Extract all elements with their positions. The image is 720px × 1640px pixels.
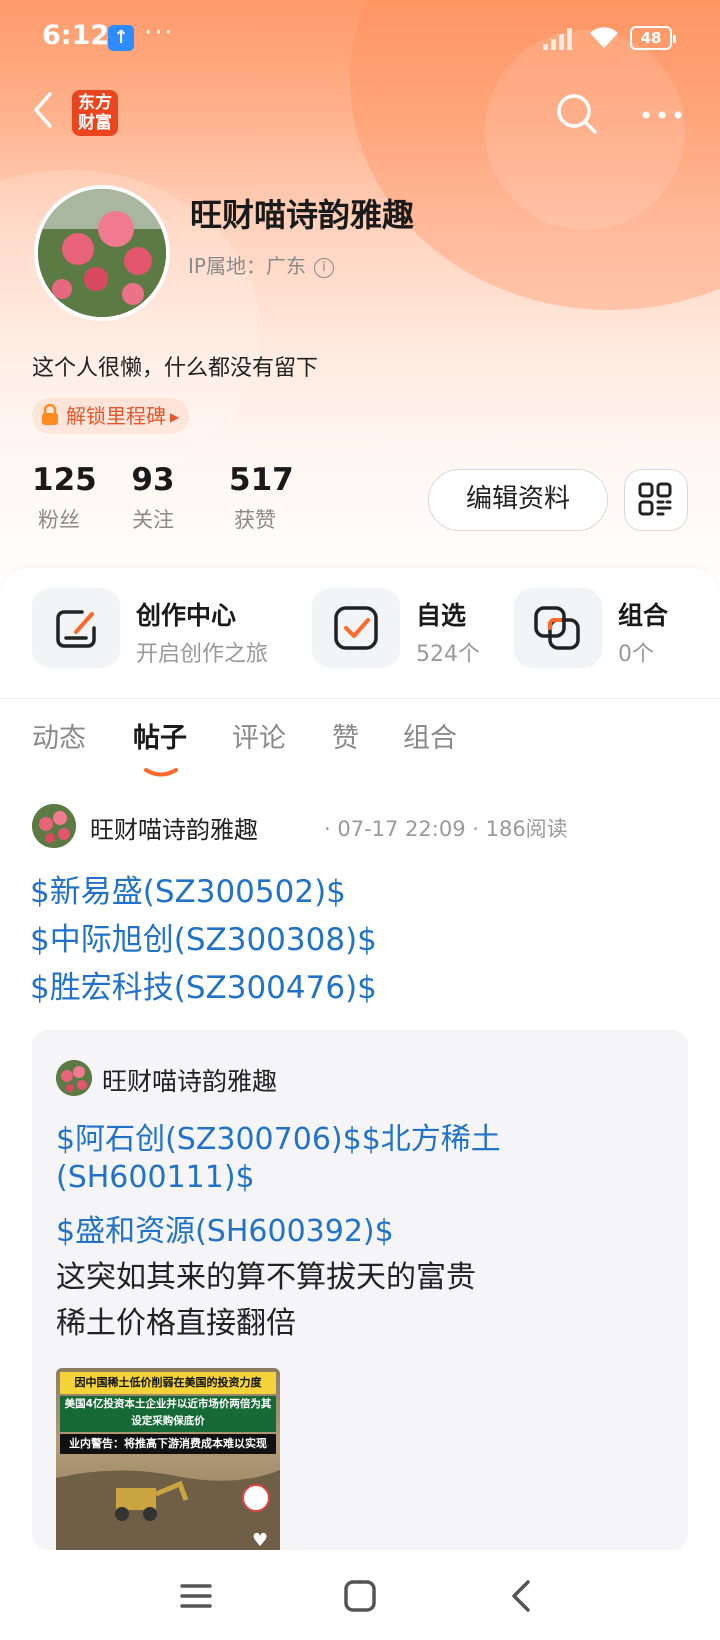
- logo-text-bottom: 财富: [78, 113, 112, 133]
- stat-fans[interactable]: 125 粉丝: [32, 462, 97, 534]
- feature-subtitle: 0个: [618, 642, 654, 667]
- image-subheadline: 美国4亿投资本土企业并以近市场价两倍为其设定采购保底价: [60, 1396, 276, 1432]
- stat-value: 93: [131, 462, 175, 498]
- feature-subtitle: 开启创作之旅: [136, 642, 269, 667]
- avatar[interactable]: [32, 804, 76, 848]
- avatar[interactable]: [56, 1060, 92, 1096]
- upload-icon: ↑: [108, 25, 134, 51]
- repost-author[interactable]: 旺财喵诗韵雅趣: [102, 1062, 277, 1098]
- heart-icon[interactable]: ♥: [252, 1530, 268, 1550]
- ip-location: IP属地：广东 i: [188, 250, 334, 279]
- section-divider: [0, 698, 720, 699]
- stat-label: 获赞: [234, 508, 276, 532]
- tab-posts[interactable]: 帖子: [133, 716, 187, 755]
- info-icon[interactable]: i: [313, 257, 334, 278]
- tab-portfolio[interactable]: 组合: [403, 716, 457, 755]
- avatar[interactable]: [34, 185, 170, 321]
- profile-bio: 这个人很懒，什么都没有留下: [32, 356, 319, 381]
- lock-icon: [40, 401, 60, 425]
- stat-value: 517: [229, 462, 294, 498]
- post-meta: · 07-17 22:09 · 186阅读: [324, 817, 568, 841]
- signal-icon: [543, 26, 579, 50]
- profile-tabs: 动态 帖子 评论 赞 组合: [0, 716, 720, 776]
- tab-comments[interactable]: 评论: [232, 716, 286, 755]
- edit-profile-button[interactable]: 编辑资料: [428, 469, 608, 531]
- more-options-icon[interactable]: [640, 94, 688, 130]
- back-nav-icon[interactable]: [498, 1574, 546, 1618]
- battery-icon: 48: [630, 26, 676, 50]
- stock-link[interactable]: $中际旭创(SZ300308)$: [30, 914, 377, 959]
- post-image[interactable]: 因中国稀土低价削弱在美国的投资力度 美国4亿投资本土企业并以近市场价两倍为其设定…: [56, 1368, 280, 1550]
- image-headline: 因中国稀土低价削弱在美国的投资力度: [60, 1372, 276, 1394]
- feature-title: 创作中心: [136, 601, 237, 630]
- tab-activity[interactable]: 动态: [32, 716, 86, 755]
- reposted-content-card[interactable]: 旺财喵诗韵雅趣 $阿石创(SZ300706)$$北方稀土 (SH600111)$…: [32, 1030, 688, 1550]
- home-icon[interactable]: [336, 1574, 384, 1618]
- stock-link[interactable]: $新易盛(SZ300502)$: [30, 866, 346, 911]
- wifi-icon: [588, 24, 620, 57]
- qr-code-icon: [638, 482, 672, 516]
- back-icon[interactable]: [28, 88, 68, 136]
- post-header: 旺财喵诗韵雅趣 · 07-17 22:09 · 186阅读: [32, 804, 692, 848]
- portfolio-entry[interactable]: 组合 0个: [514, 588, 694, 668]
- milestone-label: 解锁里程碑: [66, 404, 166, 428]
- watchlist-entry[interactable]: 自选 524个: [312, 588, 492, 668]
- status-bar: 6:12 ↑ ··· 48: [0, 0, 720, 76]
- chevron-right-icon: ▶: [170, 410, 180, 424]
- post-text: 稀土价格直接翻倍: [56, 1306, 296, 1341]
- status-time: 6:12: [42, 20, 110, 51]
- feature-title: 组合: [618, 601, 669, 630]
- feature-panel: 创作中心 开启创作之旅 自选 524个 组合 0个: [0, 568, 720, 698]
- post-author[interactable]: 旺财喵诗韵雅趣: [90, 810, 258, 845]
- stock-link[interactable]: $阿石创(SZ300706)$$北方稀土: [56, 1114, 501, 1158]
- watermark-icon: [242, 1484, 270, 1512]
- unlock-milestone-button[interactable]: 解锁里程碑 ▶: [32, 398, 190, 434]
- portfolio-icon: [514, 588, 602, 668]
- more-notifications-icon: ···: [144, 18, 175, 48]
- logo-text-top: 东方: [78, 93, 112, 113]
- post-text: 这突如其来的算不算拔天的富贵: [56, 1260, 476, 1295]
- creator-center-entry[interactable]: 创作中心 开启创作之旅: [32, 588, 292, 668]
- stat-following[interactable]: 93 关注: [129, 462, 177, 534]
- tab-likes[interactable]: 赞: [332, 716, 359, 755]
- stat-value: 125: [32, 462, 97, 498]
- watchlist-check-icon: [312, 588, 400, 668]
- active-tab-indicator: [144, 762, 178, 777]
- qr-code-button[interactable]: [624, 469, 688, 531]
- search-icon[interactable]: [553, 90, 601, 138]
- username: 旺财喵诗韵雅趣: [190, 196, 415, 234]
- stat-likes[interactable]: 517 获赞: [229, 462, 294, 534]
- system-navigation-bar: [0, 1550, 720, 1640]
- feature-title: 自选: [416, 601, 467, 630]
- ip-location-text: IP属地：广东: [188, 254, 306, 278]
- stock-link[interactable]: $胜宏科技(SZ300476)$: [30, 962, 377, 1007]
- stock-link[interactable]: $盛和资源(SH600392)$: [56, 1206, 394, 1250]
- image-warning: 业内警告：将推高下游消费成本难以实现: [60, 1434, 276, 1454]
- stat-label: 关注: [132, 508, 174, 532]
- creator-center-icon: [32, 588, 120, 668]
- app-logo[interactable]: 东方 财富: [72, 90, 118, 136]
- stat-label: 粉丝: [38, 508, 80, 532]
- stock-link[interactable]: (SH600111)$: [56, 1160, 255, 1195]
- menu-icon[interactable]: [172, 1574, 220, 1618]
- feature-subtitle: 524个: [416, 642, 480, 667]
